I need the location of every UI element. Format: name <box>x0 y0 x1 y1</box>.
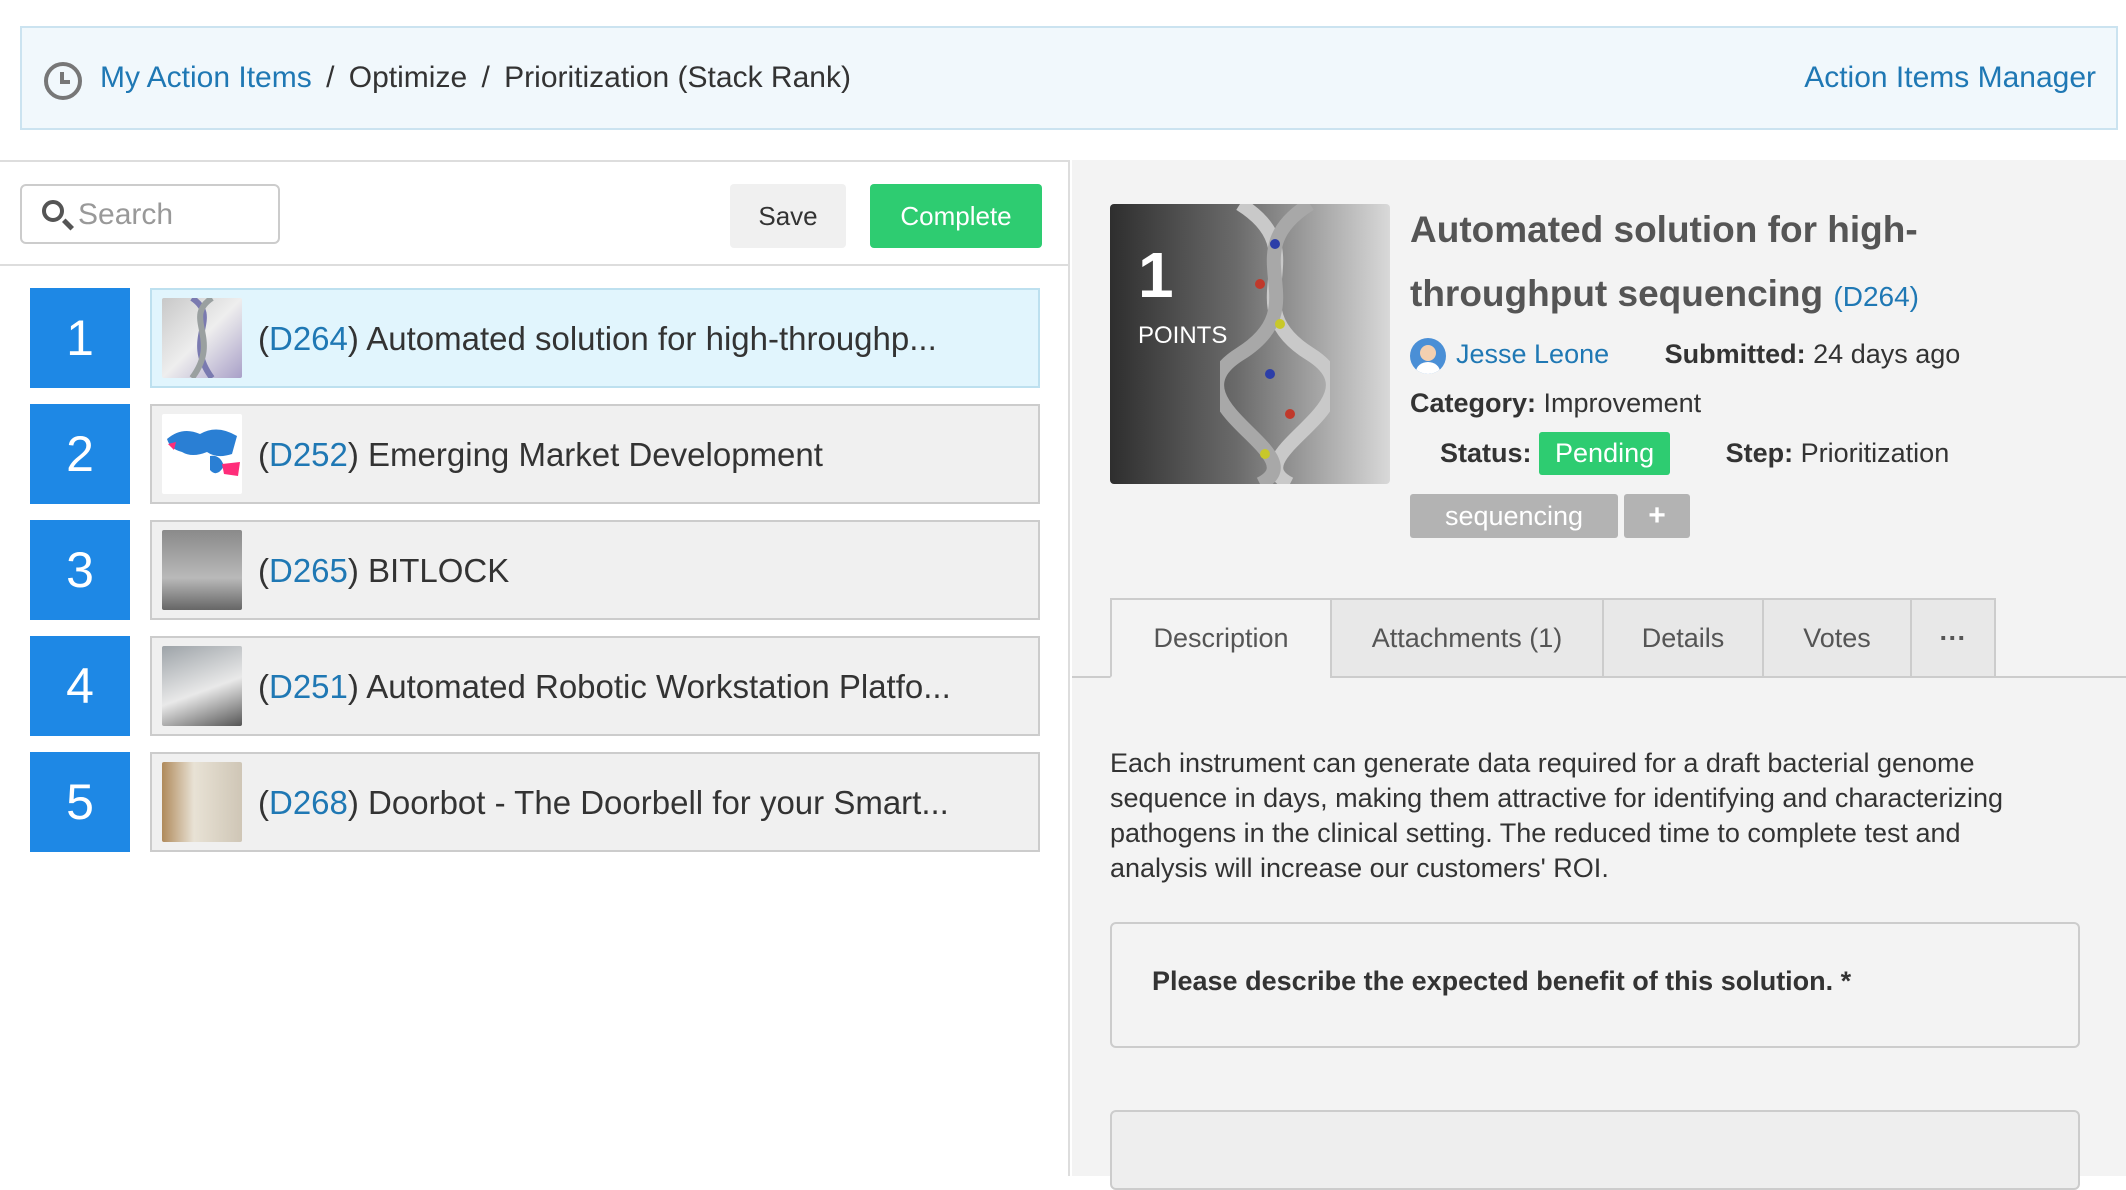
rank-number: 1 <box>30 288 130 388</box>
submitter-link[interactable]: Jesse Leone <box>1456 339 1609 369</box>
action-items-manager-link[interactable]: Action Items Manager <box>1804 61 2096 95</box>
search-icon <box>42 200 64 222</box>
item-code-link[interactable]: D252 <box>269 436 348 473</box>
submitted-value: 24 days ago <box>1813 339 1961 370</box>
category-value: Improvement <box>1543 388 1702 418</box>
rank-row[interactable]: 4 (D251) Automated Robotic Workstation P… <box>30 636 1040 736</box>
breadcrumb-current-page: Prioritization (Stack Rank) <box>504 61 851 94</box>
complete-button[interactable]: Complete <box>870 184 1042 248</box>
breadcrumb-separator: / <box>481 61 490 94</box>
save-button[interactable]: Save <box>730 184 846 248</box>
lab-robot-thumbnail <box>162 646 242 726</box>
dna-helix-image <box>1220 204 1330 484</box>
step-label: Step: <box>1725 438 1794 468</box>
submitted-label: Submitted: <box>1664 339 1806 370</box>
points-value: 1 <box>1138 239 1174 311</box>
rank-card[interactable]: (D268) Doorbot - The Doorbell for your S… <box>150 752 1040 852</box>
rank-number: 4 <box>30 636 130 736</box>
rank-card[interactable]: (D252) Emerging Market Development <box>150 404 1040 504</box>
search-input[interactable] <box>78 196 268 234</box>
search-box <box>20 184 280 244</box>
doorbot-box-thumbnail <box>162 762 242 842</box>
rank-row[interactable]: 1 (D264) Automated solution for high-thr… <box>30 288 1040 388</box>
description-text: Each instrument can generate data requir… <box>1110 748 2003 883</box>
rank-card[interactable]: (D251) Automated Robotic Workstation Pla… <box>150 636 1040 736</box>
breadcrumb-bar: My Action Items / Optimize / Prioritizat… <box>20 26 2118 130</box>
status-label: Status: <box>1440 438 1532 468</box>
item-title: Automated solution for high-throughput s… <box>1410 209 1919 314</box>
breadcrumb-separator: / <box>326 61 335 94</box>
add-tag-button[interactable]: + <box>1624 494 1690 538</box>
rank-card-title: (D268) Doorbot - The Doorbell for your S… <box>258 784 949 821</box>
rank-number: 2 <box>30 404 130 504</box>
avatar <box>1410 338 1446 374</box>
rank-toolbar: Save Complete <box>0 162 1068 266</box>
item-code-link[interactable]: D265 <box>269 552 348 589</box>
tab-votes[interactable]: Votes <box>1762 598 1912 678</box>
rank-row[interactable]: 2 (D252) Emerging Market Development <box>30 404 1040 504</box>
rank-card-title: (D265) BITLOCK <box>258 552 510 589</box>
tab-attachments[interactable]: Attachments (1) <box>1330 598 1604 678</box>
hero-image: 1 POINTS <box>1110 204 1390 484</box>
item-code-link[interactable]: D264 <box>269 320 348 357</box>
rank-number: 3 <box>30 520 130 620</box>
submitter-row: Jesse Leone Submitted: 24 days ago <box>1410 338 1960 374</box>
rank-card[interactable]: (D264) Automated solution for high-throu… <box>150 288 1040 388</box>
more-tabs-button[interactable]: ··· <box>1910 598 1996 678</box>
item-code-link[interactable]: D251 <box>269 668 348 705</box>
benefit-answer-box[interactable] <box>1110 1110 2080 1190</box>
rank-number: 5 <box>30 752 130 852</box>
clock-icon <box>44 62 82 100</box>
tab-description[interactable]: Description <box>1110 598 1332 678</box>
points-label: POINTS <box>1138 322 1228 349</box>
rank-list: 1 (D264) Automated solution for high-thr… <box>30 288 1040 868</box>
tag-sequencing[interactable]: sequencing <box>1410 494 1618 538</box>
item-code-link[interactable]: D268 <box>269 784 348 821</box>
benefit-question-box: Please describe the expected benefit of … <box>1110 922 2080 1048</box>
item-code-link[interactable]: D264 <box>1843 281 1910 312</box>
detail-panel: 1 POINTS Automated solution for high-thr… <box>1072 160 2126 1190</box>
breadcrumb: My Action Items / Optimize / Prioritizat… <box>100 61 851 95</box>
stack-rank-panel: Save Complete 1 (D264) Automated solutio… <box>0 160 1070 1176</box>
step-value: Prioritization <box>1800 438 1950 468</box>
street-bikes-thumbnail <box>162 530 242 610</box>
breadcrumb-my-action-items[interactable]: My Action Items <box>100 61 312 94</box>
category-label: Category: <box>1410 388 1537 418</box>
breadcrumb-optimize: Optimize <box>348 61 468 94</box>
rank-card[interactable]: (D265) BITLOCK <box>150 520 1040 620</box>
dna-thumbnail <box>162 298 242 378</box>
status-badge: Pending <box>1539 432 1671 475</box>
rank-card-title: (D252) Emerging Market Development <box>258 436 823 473</box>
rank-row[interactable]: 3 (D265) BITLOCK <box>30 520 1040 620</box>
status-row: Status: Pending Step: Prioritization <box>1440 432 1949 475</box>
tab-details[interactable]: Details <box>1602 598 1764 678</box>
rank-row[interactable]: 5 (D268) Doorbot - The Doorbell for your… <box>30 752 1040 852</box>
world-map-thumbnail <box>162 414 242 494</box>
benefit-question: Please describe the expected benefit of … <box>1152 966 1852 996</box>
rank-card-title: (D251) Automated Robotic Workstation Pla… <box>258 668 951 705</box>
rank-card-title: (D264) Automated solution for high-throu… <box>258 320 937 357</box>
detail-tabs: Description Attachments (1) Details Vote… <box>1072 598 2126 678</box>
category-row: Category: Improvement <box>1410 388 1701 419</box>
